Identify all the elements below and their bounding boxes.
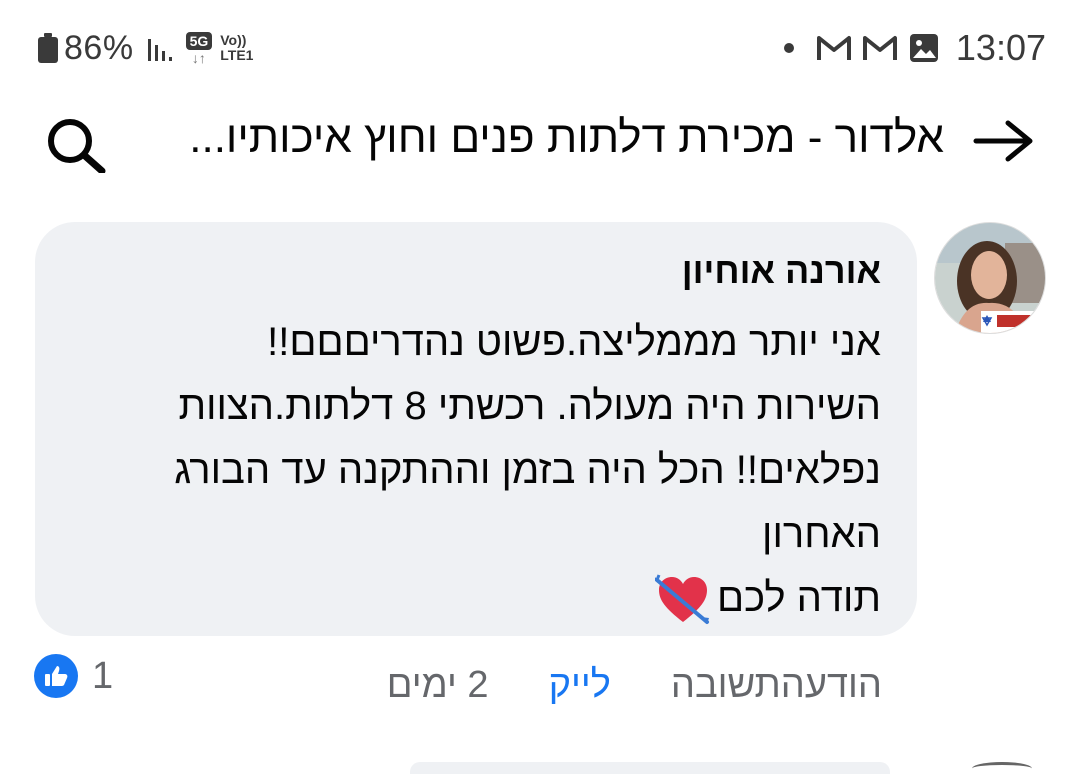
page-title[interactable]: אלדור - מכירת דלתות פנים וחוץ איכותיו... (189, 113, 944, 163)
volte-icon: Vo)) LTE1 (220, 32, 254, 63)
search-icon[interactable] (44, 117, 112, 173)
comment-line: השירות היה מעולה. רכשתי 8 דלתות.הצוות (178, 384, 881, 428)
comment-line: אני יותר מממליצה.פשוט נהדריםםם!! (267, 320, 881, 364)
avatar[interactable] (934, 222, 1046, 334)
page-header: אלדור - מכירת דלתות פנים וחוץ איכותיו... (0, 95, 1080, 190)
next-comment-bubble (410, 762, 890, 774)
comment-line: האחרון (762, 512, 881, 556)
comment-line: תודה לכם (717, 576, 881, 620)
5g-icon: 5G ↓↑ (185, 31, 213, 65)
comment-line: נפלאים!! הכל היה בזמן וההתקנה עד הבורג (174, 448, 881, 492)
dot-icon (783, 43, 794, 53)
gmail-icon (816, 36, 851, 60)
gmail-icon (862, 36, 897, 60)
status-left: 86% 5G ↓↑ Vo)) LTE1 (38, 26, 253, 70)
comment-author[interactable]: אורנה אוחיון (682, 250, 881, 292)
heart-with-arrow-icon (655, 574, 710, 625)
reactions[interactable]: 1 (34, 654, 113, 698)
battery-icon (38, 33, 58, 63)
reply-button[interactable]: תשובה (671, 664, 781, 707)
status-right: 13:07 (783, 26, 1046, 70)
thumbs-up-icon (34, 654, 78, 698)
comment-bubble[interactable]: אורנה אוחיון אני יותר מממליצה.פשוט נהדרי… (35, 222, 917, 636)
comment-timestamp: 2 ימים (386, 663, 489, 706)
message-button[interactable]: הודעה (781, 664, 882, 707)
comment-actions: 2 ימים לייק תשובה הודעה (327, 660, 882, 710)
signal-icon (147, 39, 172, 61)
arrow-right-icon[interactable] (972, 117, 1036, 165)
status-bar: 86% 5G ↓↑ Vo)) LTE1 13:07 (0, 0, 1080, 95)
battery-percentage: 86% (64, 28, 134, 67)
like-button[interactable]: לייק (549, 664, 611, 707)
comment-text: אני יותר מממליצה.פשוט נהדריםםם!! השירות … (61, 310, 881, 630)
comment-line-last: תודה לכם (61, 566, 881, 630)
gallery-icon (909, 34, 938, 62)
clock: 13:07 (955, 27, 1046, 68)
avatar-photo (935, 223, 1045, 333)
like-count: 1 (92, 654, 114, 697)
